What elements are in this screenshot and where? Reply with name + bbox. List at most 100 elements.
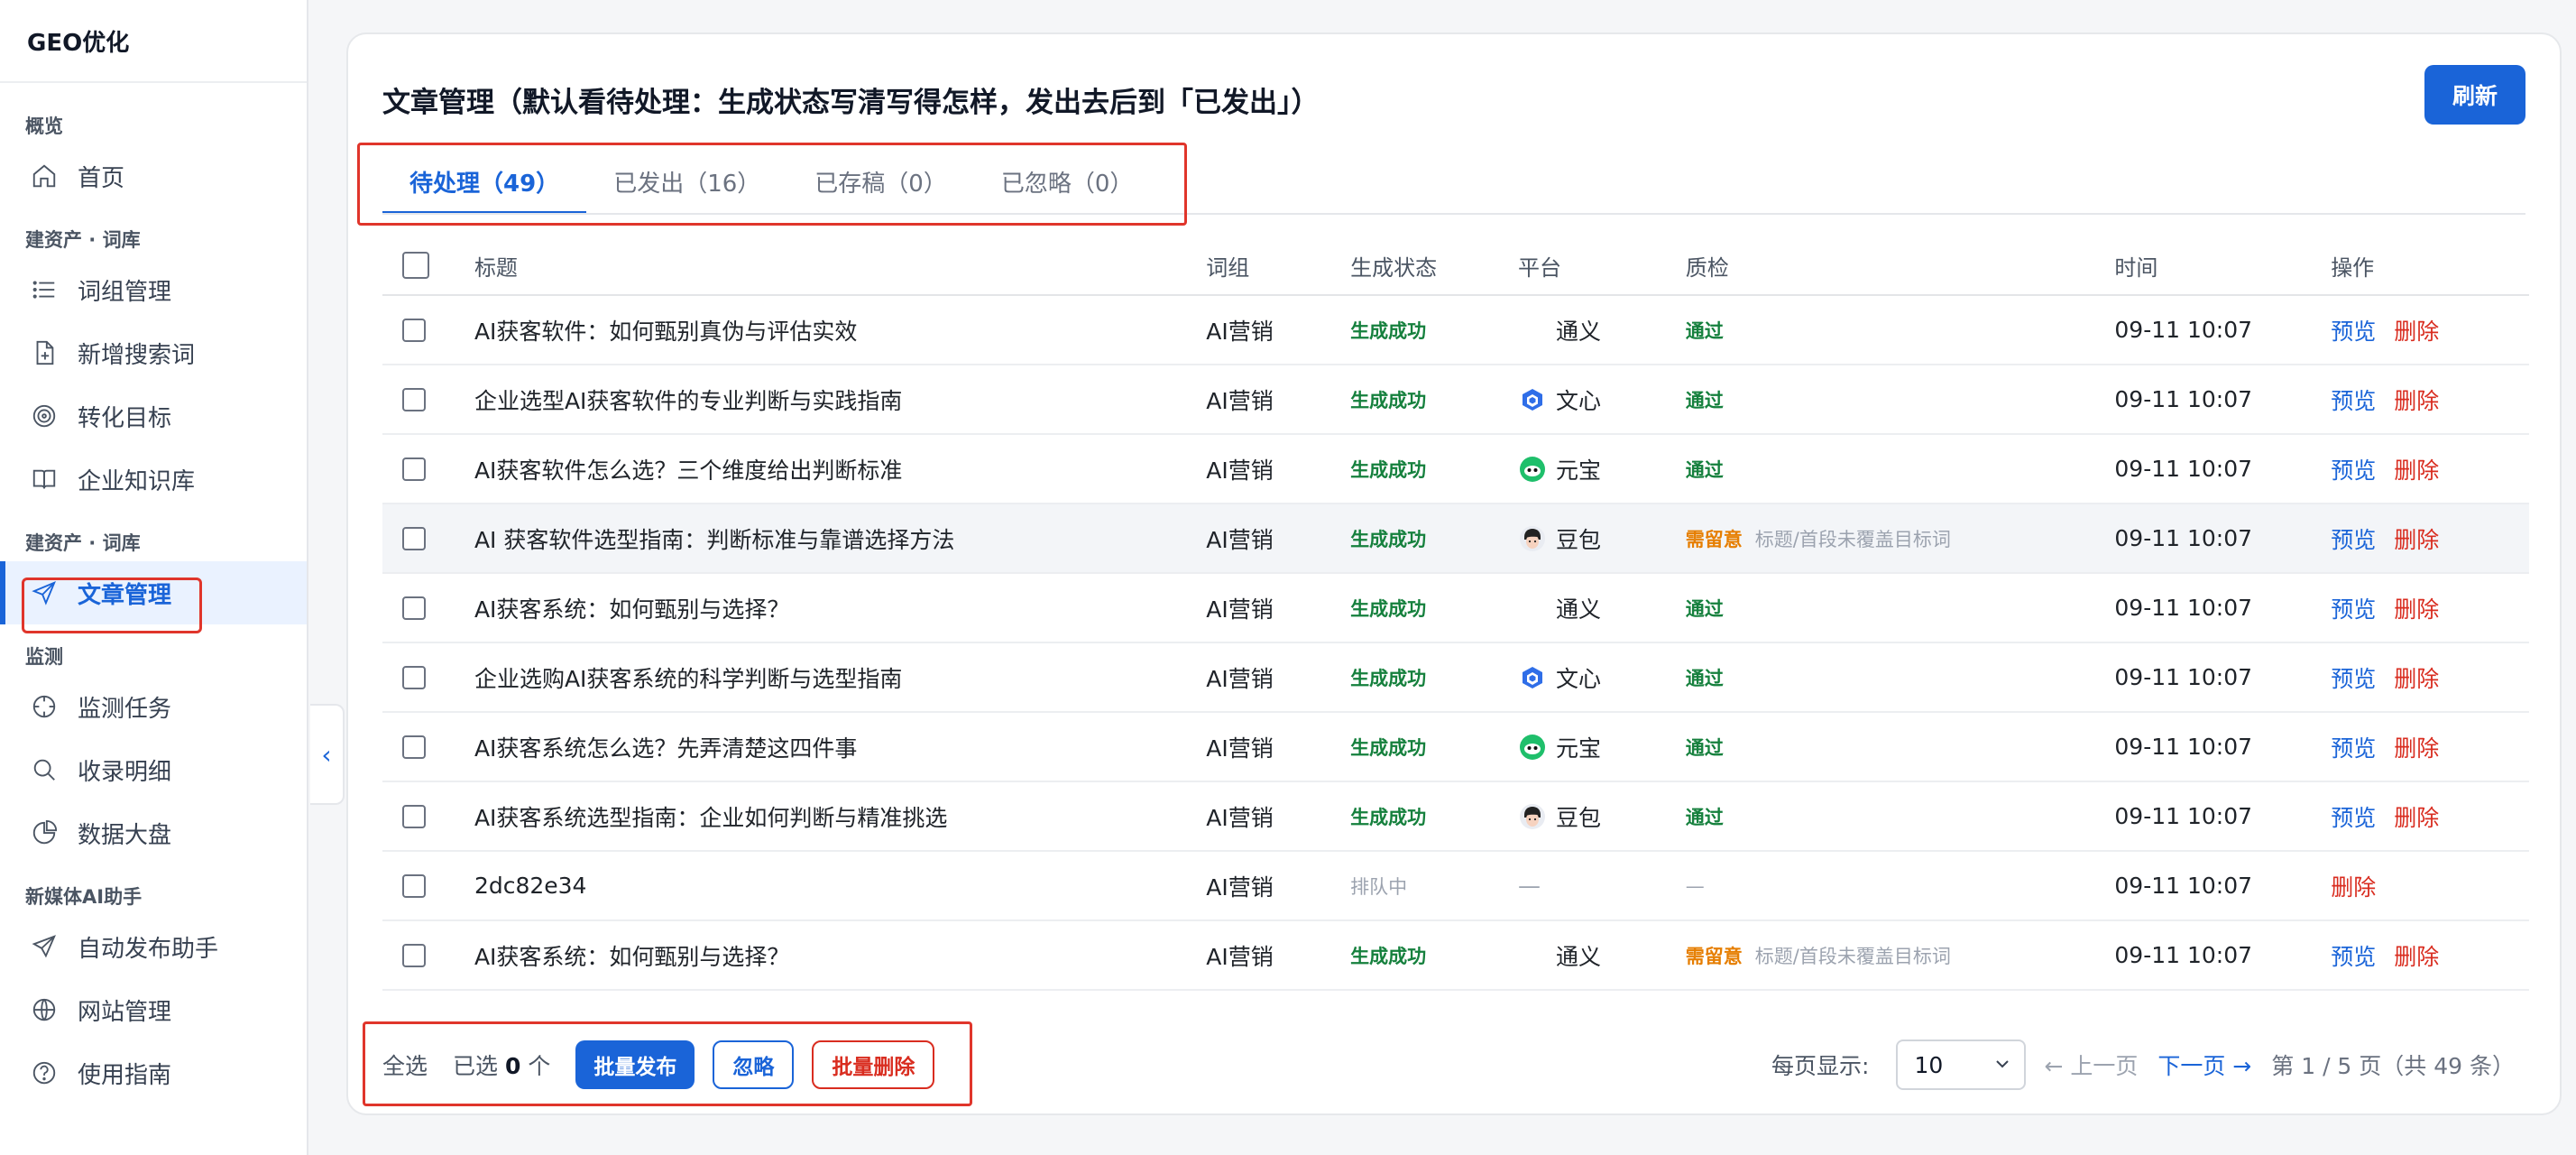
table-row[interactable]: 2dc82e34 AI营销 排队中 — — 09-11 10:07 删除 <box>382 852 2529 921</box>
sidebar-item-index-details[interactable]: 收录明细 <box>0 738 307 801</box>
article-title[interactable]: AI获客软件怎么选？三个维度给出判断标准 <box>474 453 1206 485</box>
article-title[interactable]: AI 获客软件选型指南：判断标准与靠谱选择方法 <box>474 522 1206 555</box>
table-row[interactable]: AI获客系统怎么选？先弄清楚这四件事 AI营销 生成成功 元宝 通过 09-11… <box>382 713 2529 782</box>
preview-link[interactable]: 预览 <box>2331 661 2376 694</box>
tab-pending[interactable]: 待处理（49） <box>382 150 587 215</box>
table-row[interactable]: AI获客系统：如何甄别与选择？ AI营销 生成成功 通义 需留意 标题/首段未覆盖… <box>382 921 2529 991</box>
sidebar-item-article-management[interactable]: 文章管理 <box>0 561 307 624</box>
tab-drafts[interactable]: 已存稿（0） <box>787 150 974 213</box>
preview-link[interactable]: 预览 <box>2331 383 2376 416</box>
preview-link[interactable]: 预览 <box>2331 731 2376 763</box>
batch-delete-button[interactable]: 批量删除 <box>812 1040 935 1089</box>
sidebar-item-monitor-tasks[interactable]: 监测任务 <box>0 675 307 738</box>
sidebar-item-label: 新增搜索词 <box>78 341 196 369</box>
article-title[interactable]: 2dc82e34 <box>474 873 1206 899</box>
preview-link[interactable]: 预览 <box>2331 314 2376 346</box>
delete-link[interactable]: 删除 <box>2394 731 2439 763</box>
sidebar-item-auto-publish[interactable]: 自动发布助手 <box>0 915 307 978</box>
ops-cell: 预览 删除 <box>2331 314 2529 346</box>
sidebar-item-conversion-goals[interactable]: 转化目标 <box>0 384 307 448</box>
article-title[interactable]: 企业选购AI获客系统的科学判断与选型指南 <box>474 661 1206 694</box>
list-icon <box>29 274 60 305</box>
row-checkbox[interactable] <box>402 665 426 689</box>
batch-publish-button[interactable]: 批量发布 <box>575 1040 695 1089</box>
crosshair-icon <box>29 691 60 722</box>
row-checkbox[interactable] <box>402 457 426 481</box>
qc-cell: 通过 <box>1686 595 2115 622</box>
time-cell: 09-11 10:07 <box>2114 456 2253 482</box>
platform-cell: 文心 <box>1518 661 1686 694</box>
sidebar-item-user-guide[interactable]: 使用指南 <box>0 1041 307 1104</box>
preview-link[interactable]: 预览 <box>2331 522 2376 555</box>
col-ops: 操作 <box>2331 254 2375 281</box>
prev-page-button[interactable]: ← 上一页 <box>2044 1049 2138 1081</box>
time-cell: 09-11 10:07 <box>2114 873 2253 899</box>
row-checkbox[interactable] <box>402 387 426 411</box>
sidebar-item-home[interactable]: 首页 <box>0 144 307 208</box>
sidebar-collapse-button[interactable]: ‹ <box>310 704 345 805</box>
table-row[interactable]: 企业选购AI获客系统的科学判断与选型指南 AI营销 生成成功 文心 通过 09-… <box>382 643 2529 713</box>
target-icon <box>29 401 60 431</box>
tab-published[interactable]: 已发出（16） <box>586 150 787 213</box>
tab-ignored[interactable]: 已忽略（0） <box>974 150 1161 213</box>
delete-link[interactable]: 删除 <box>2331 870 2376 902</box>
refresh-button[interactable]: 刷新 <box>2424 65 2525 125</box>
keyword-group: AI营销 <box>1206 526 1274 553</box>
platform-cell: 元宝 <box>1518 731 1686 763</box>
delete-link[interactable]: 删除 <box>2394 314 2439 346</box>
sidebar-nav: 概览 首页 建资产 · 词库 词组管理 新增搜索词 转化目标 企业知识库 建资产 · 词库 文章… <box>0 108 307 1104</box>
select-all-label[interactable]: 全选 <box>382 1049 428 1081</box>
article-title[interactable]: AI获客系统：如何甄别与选择？ <box>474 592 1206 624</box>
preview-link[interactable]: 预览 <box>2331 800 2376 833</box>
ignore-button[interactable]: 忽略 <box>713 1040 795 1089</box>
select-all-checkbox[interactable] <box>402 252 429 279</box>
article-title[interactable]: AI获客系统：如何甄别与选择？ <box>474 939 1206 972</box>
delete-link[interactable]: 删除 <box>2394 592 2439 624</box>
delete-link[interactable]: 删除 <box>2394 383 2439 416</box>
page-size-select[interactable]: 10 <box>1896 1040 2027 1090</box>
article-title[interactable]: AI获客系统选型指南：企业如何判断与精准挑选 <box>474 800 1206 833</box>
row-checkbox[interactable] <box>402 943 426 967</box>
yuanbao-logo-icon <box>1518 733 1547 762</box>
table-row[interactable]: AI获客软件怎么选？三个维度给出判断标准 AI营销 生成成功 元宝 通过 09-… <box>382 435 2529 504</box>
table-row[interactable]: 企业选型AI获客软件的专业判断与实践指南 AI营销 生成成功 文心 通过 09-… <box>382 365 2529 435</box>
preview-link[interactable]: 预览 <box>2331 592 2376 624</box>
platform-name: 豆包 <box>1555 526 1601 553</box>
delete-link[interactable]: 删除 <box>2394 661 2439 694</box>
table-row[interactable]: AI获客系统选型指南：企业如何判断与精准挑选 AI营销 生成成功 豆包 通过 0… <box>382 782 2529 852</box>
delete-link[interactable]: 删除 <box>2394 800 2439 833</box>
row-checkbox[interactable] <box>402 318 426 342</box>
article-title[interactable]: AI获客软件：如何甄别真伪与评估实效 <box>474 314 1206 346</box>
sidebar-item-label: 数据大盘 <box>78 821 172 849</box>
platform-logo-icon <box>1518 594 1547 623</box>
delete-link[interactable]: 删除 <box>2394 939 2439 972</box>
row-checkbox[interactable] <box>402 873 426 898</box>
row-checkbox[interactable] <box>402 735 426 759</box>
next-page-button[interactable]: 下一页 → <box>2157 1049 2251 1081</box>
article-title[interactable]: 企业选型AI获客软件的专业判断与实践指南 <box>474 383 1206 416</box>
ops-cell: 预览 删除 <box>2331 383 2529 416</box>
sidebar-item-label: 词组管理 <box>78 278 172 306</box>
row-checkbox[interactable] <box>402 526 426 550</box>
sidebar-item-add-search-term[interactable]: 新增搜索词 <box>0 321 307 384</box>
row-checkbox[interactable] <box>402 804 426 828</box>
time-cell: 09-11 10:07 <box>2114 942 2253 968</box>
table-row[interactable]: AI 获客软件选型指南：判断标准与靠谱选择方法 AI营销 生成成功 豆包 需留意… <box>382 504 2529 574</box>
delete-link[interactable]: 删除 <box>2394 453 2439 485</box>
sidebar-item-knowledge-base[interactable]: 企业知识库 <box>0 448 307 511</box>
preview-link[interactable]: 预览 <box>2331 453 2376 485</box>
sidebar-item-keyword-groups[interactable]: 词组管理 <box>0 258 307 321</box>
sidebar-item-site-management[interactable]: 网站管理 <box>0 978 307 1041</box>
row-checkbox[interactable] <box>402 596 426 620</box>
paper-plane-icon <box>29 931 60 962</box>
preview-link[interactable]: 预览 <box>2331 939 2376 972</box>
ops-cell: 预览 删除 <box>2331 453 2529 485</box>
article-title[interactable]: AI获客系统怎么选？先弄清楚这四件事 <box>474 731 1206 763</box>
table-row[interactable]: AI获客系统：如何甄别与选择？ AI营销 生成成功 通义 通过 09-11 10… <box>382 574 2529 643</box>
delete-link[interactable]: 删除 <box>2394 522 2439 555</box>
chevron-down-icon <box>1993 1052 2011 1078</box>
table-row[interactable]: AI获客软件：如何甄别真伪与评估实效 AI营销 生成成功 通义 通过 09-11… <box>382 296 2529 365</box>
sidebar-item-data-dashboard[interactable]: 数据大盘 <box>0 801 307 864</box>
qc-badge: — <box>1685 874 1705 897</box>
qc-badge: 通过 <box>1685 597 1724 620</box>
